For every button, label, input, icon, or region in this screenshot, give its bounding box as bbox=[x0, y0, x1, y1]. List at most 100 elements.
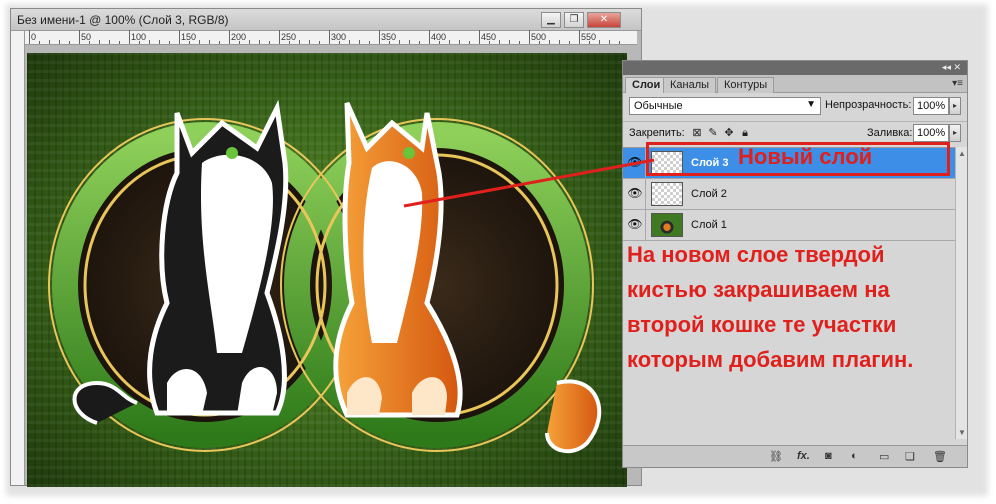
mask-icon[interactable]: ◙ bbox=[825, 450, 832, 462]
lock-paint-icon[interactable]: ✎ bbox=[707, 127, 719, 139]
lock-position-icon[interactable]: ✥ bbox=[723, 127, 735, 139]
ruler-minor-tick bbox=[419, 41, 420, 44]
ruler-minor-tick bbox=[299, 40, 300, 44]
note-line: которым добавим плагин. bbox=[627, 347, 914, 372]
ruler-minor-tick bbox=[259, 40, 260, 44]
ruler-minor-tick bbox=[519, 41, 520, 44]
fill-input[interactable]: 100% bbox=[913, 124, 949, 142]
document-window: Без имени-1 @ 100% (Слой 3, RGB/8) ▁ ❐ ✕… bbox=[10, 8, 642, 487]
restore-button[interactable]: ❐ bbox=[564, 12, 584, 28]
eye-icon[interactable]: 👁︎ bbox=[627, 217, 643, 233]
ruler-minor-tick bbox=[349, 40, 350, 44]
ruler-minor-tick bbox=[239, 41, 240, 44]
close-button[interactable]: ✕ bbox=[587, 12, 621, 28]
fill-label: Заливка: bbox=[867, 127, 913, 139]
ruler-tick bbox=[229, 30, 230, 44]
ruler-minor-tick bbox=[109, 40, 110, 44]
image-canvas[interactable] bbox=[27, 53, 627, 487]
ruler-tick-label: 0 bbox=[31, 32, 37, 42]
panel-topbar: ◂◂ ✕ bbox=[623, 61, 967, 75]
ruler-minor-tick bbox=[619, 41, 620, 44]
ruler-tick bbox=[429, 30, 430, 44]
lock-all-icon[interactable]: 🔒︎ bbox=[739, 127, 751, 139]
ruler-minor-tick bbox=[139, 41, 140, 44]
document-title: Без имени-1 @ 100% (Слой 3, RGB/8) bbox=[17, 13, 229, 27]
ruler-minor-tick bbox=[389, 41, 390, 44]
layer-name[interactable]: Слой 1 bbox=[691, 219, 727, 231]
horizontal-ruler: 0 50 100 150 200 250 300 350 400 450 500 550 bbox=[25, 30, 637, 45]
panel-tabs: Слои Каналы Контуры ▾≡ bbox=[623, 75, 967, 93]
ruler-minor-tick bbox=[319, 41, 320, 44]
ruler-minor-tick bbox=[249, 40, 250, 44]
ruler-minor-tick bbox=[599, 40, 600, 44]
ruler-tick bbox=[329, 30, 330, 44]
ruler-minor-tick bbox=[59, 40, 60, 44]
trash-icon[interactable]: 🗑︎ bbox=[933, 450, 947, 463]
ruler-tick bbox=[79, 30, 80, 44]
divider bbox=[645, 210, 646, 240]
ruler-minor-tick bbox=[369, 41, 370, 44]
ruler-minor-tick bbox=[509, 40, 510, 44]
ruler-minor-tick bbox=[439, 41, 440, 44]
ruler-minor-tick bbox=[549, 40, 550, 44]
tab-layers[interactable]: Слои bbox=[625, 77, 668, 93]
ruler-minor-tick bbox=[269, 41, 270, 44]
ruler-minor-tick bbox=[309, 40, 310, 44]
collapse-panel-icon[interactable]: ◂◂ ✕ bbox=[942, 62, 961, 73]
ruler-minor-tick bbox=[119, 41, 120, 44]
scroll-up-icon[interactable]: ▲ bbox=[958, 149, 966, 158]
layers-bottom-toolbar: ⛓ fx. ◙ ◐ ▭ ❏ 🗑︎ bbox=[623, 445, 967, 467]
panel-menu-icon[interactable]: ▾≡ bbox=[952, 78, 963, 89]
close-icon: ✕ bbox=[599, 14, 609, 25]
ruler-minor-tick bbox=[289, 41, 290, 44]
ruler-minor-tick bbox=[609, 40, 610, 44]
chevron-down-icon: ▼ bbox=[806, 99, 816, 110]
ruler-tick bbox=[479, 30, 480, 44]
note-line: На новом слое твердой bbox=[627, 242, 885, 267]
chevron-right-icon: ▸ bbox=[952, 101, 957, 110]
ruler-tick bbox=[129, 30, 130, 44]
ruler-minor-tick bbox=[589, 41, 590, 44]
opacity-slider-button[interactable]: ▸ bbox=[949, 97, 961, 115]
ruler-minor-tick bbox=[469, 41, 470, 44]
eye-icon[interactable]: 👁︎ bbox=[627, 186, 643, 202]
restore-icon: ❐ bbox=[569, 14, 579, 25]
ruler-minor-tick bbox=[199, 40, 200, 44]
layer-thumbnail bbox=[651, 182, 683, 206]
minimize-button[interactable]: ▁ bbox=[541, 12, 561, 28]
scroll-down-icon[interactable]: ▼ bbox=[958, 428, 966, 437]
ruler-minor-tick bbox=[459, 40, 460, 44]
ruler-minor-tick bbox=[409, 40, 410, 44]
document-titlebar[interactable]: Без имени-1 @ 100% (Слой 3, RGB/8) ▁ ❐ ✕ bbox=[11, 9, 641, 31]
layer-name[interactable]: Слой 2 bbox=[691, 188, 727, 200]
ruler-minor-tick bbox=[89, 41, 90, 44]
eye-icon[interactable]: 👁︎ bbox=[627, 155, 643, 171]
ruler-minor-tick bbox=[99, 40, 100, 44]
vertical-ruler bbox=[11, 31, 25, 485]
divider bbox=[645, 179, 646, 209]
ruler-minor-tick bbox=[489, 41, 490, 44]
fill-slider-button[interactable]: ▸ bbox=[949, 124, 961, 142]
ruler-minor-tick bbox=[219, 41, 220, 44]
link-icon[interactable]: ⛓ bbox=[769, 450, 783, 463]
new-layer-icon[interactable]: ❏ bbox=[905, 450, 915, 463]
screenshot-stage: Без имени-1 @ 100% (Слой 3, RGB/8) ▁ ❐ ✕… bbox=[0, 0, 996, 504]
tab-paths[interactable]: Контуры bbox=[717, 77, 775, 93]
artwork-cats bbox=[48, 99, 602, 454]
ruler-tick bbox=[279, 30, 280, 44]
fx-icon[interactable]: fx. bbox=[797, 450, 810, 462]
note-line: второй кошке те участки bbox=[627, 312, 897, 337]
ruler-minor-tick bbox=[49, 40, 50, 44]
lock-transparency-icon[interactable]: ⊠ bbox=[691, 127, 703, 139]
note-line: кистью закрашиваем на bbox=[627, 277, 890, 302]
folder-icon[interactable]: ▭ bbox=[879, 450, 889, 463]
layer-row-2[interactable]: 👁︎ Слой 2 bbox=[623, 179, 957, 210]
blend-row: Обычные ▼ Непрозрачность: 100% ▸ bbox=[623, 95, 967, 119]
adjustment-icon[interactable]: ◐ bbox=[851, 450, 858, 462]
blend-mode-select[interactable]: Обычные ▼ bbox=[629, 97, 821, 115]
ruler-minor-tick bbox=[189, 41, 190, 44]
ruler-tick bbox=[579, 30, 580, 44]
tab-channels[interactable]: Каналы bbox=[663, 77, 717, 93]
opacity-input[interactable]: 100% bbox=[913, 97, 949, 115]
ruler-minor-tick bbox=[399, 40, 400, 44]
